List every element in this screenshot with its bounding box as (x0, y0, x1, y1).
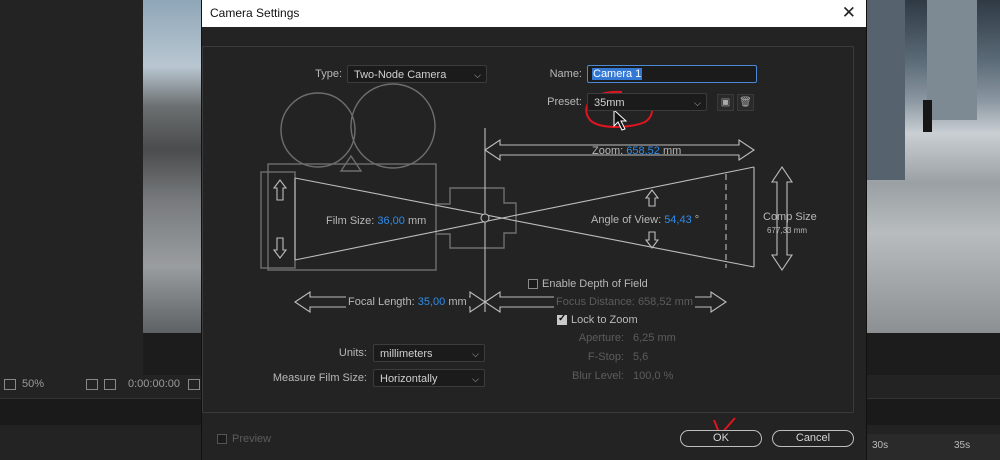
blur-level-value[interactable]: 100,0 (633, 370, 661, 382)
camera-icon[interactable] (188, 379, 200, 390)
camera-name-value: Camera 1 (592, 68, 643, 80)
trash-icon[interactable]: 🗑 (737, 94, 754, 111)
units-select[interactable]: millimeters ⌵ (373, 344, 485, 362)
viewer-options-icon[interactable] (4, 379, 16, 390)
focal-length-value[interactable]: 35,00 (418, 296, 446, 308)
lock-to-zoom-checkbox[interactable] (557, 313, 567, 325)
chevron-down-icon: ⌵ (472, 374, 479, 384)
preset-label: Preset: (547, 96, 582, 108)
ok-button[interactable]: OK (680, 430, 762, 447)
units-label: Units: (338, 347, 367, 359)
focal-length-unit: mm (448, 296, 467, 308)
enable-depth-of-field-checkbox[interactable] (528, 279, 538, 289)
preview-label: Preview (232, 433, 272, 445)
angle-of-view-field[interactable]: Angle of View: 54,43 ° (591, 214, 699, 226)
blur-level-label: Blur Level: (572, 370, 624, 382)
camera-name-input[interactable]: Camera 1 (587, 65, 757, 83)
type-select-value: Two-Node Camera (354, 69, 447, 81)
annotation-markup (585, 90, 736, 437)
focal-length-field[interactable]: Focal Length: 35,00 mm (346, 296, 469, 308)
aperture-unit: mm (657, 332, 676, 344)
ruler-mark-30s: 30s (872, 440, 889, 451)
zoom-unit: mm (662, 145, 682, 157)
cancel-button[interactable]: Cancel (772, 430, 854, 447)
film-size-field[interactable]: Film Size: 36,00 mm (326, 215, 426, 227)
film-size-unit: mm (407, 215, 427, 227)
zoom-value[interactable]: 658,52 (626, 145, 660, 157)
mask-icon[interactable] (104, 379, 116, 390)
film-size-label: Film Size: (326, 215, 375, 227)
measure-film-size-label: Measure Film Size: (272, 372, 367, 384)
ruler-mark-35s: 35s (954, 440, 971, 451)
focus-distance-value[interactable]: 658,52 (638, 296, 672, 308)
lock-to-zoom-label: Lock to Zoom (571, 314, 638, 326)
focus-distance-unit: mm (674, 296, 693, 308)
composition-preview-left (143, 0, 203, 333)
preset-select[interactable]: 35mm ⌵ (587, 93, 707, 111)
comp-size-label: Comp Size (763, 211, 817, 223)
aperture-field[interactable]: 6,25 mm (633, 332, 676, 344)
angle-of-view-value[interactable]: 54,43 (664, 214, 692, 226)
aperture-value[interactable]: 6,25 (633, 332, 654, 344)
zoom-level[interactable]: 50% (22, 378, 44, 390)
grid-icon[interactable] (86, 379, 98, 390)
zoom-label: Zoom: (592, 145, 624, 157)
chevron-down-icon: ⌵ (474, 70, 481, 80)
focus-distance-field[interactable]: Focus Distance: 658,52 mm (554, 296, 695, 308)
angle-of-view-label: Angle of View: (591, 214, 662, 226)
blur-level-field[interactable]: 100,0 % (633, 370, 673, 382)
blur-level-unit: % (663, 370, 674, 382)
measure-film-size-select[interactable]: Horizontally ⌵ (373, 369, 485, 387)
left-panel (0, 0, 143, 375)
enable-depth-of-field-label: Enable Depth of Field (542, 278, 648, 290)
type-select[interactable]: Two-Node Camera ⌵ (347, 65, 487, 83)
preview-checkbox[interactable] (217, 434, 227, 444)
fstop-label: F-Stop: (587, 351, 624, 363)
camera-body-icon (260, 83, 517, 271)
chevron-down-icon: ⌵ (472, 349, 479, 359)
film-size-value[interactable]: 36,00 (377, 215, 405, 227)
comp-size-value: 677,33 mm (767, 226, 808, 235)
fstop-value[interactable]: 5,6 (633, 351, 648, 363)
save-preset-icon[interactable]: ▣ (717, 94, 734, 111)
focus-distance-label: Focus Distance: (556, 296, 635, 308)
name-label: Name: (549, 68, 582, 80)
focal-length-label: Focal Length: (348, 296, 415, 308)
units-select-value: millimeters (380, 348, 433, 360)
aperture-label: Aperture: (578, 332, 624, 344)
chevron-down-icon: ⌵ (694, 98, 701, 108)
camera-settings-dialog: Camera Settings ✕ Type: Two-Node Camera … (201, 0, 867, 460)
angle-of-view-unit: ° (694, 214, 700, 226)
current-timecode[interactable]: 0:00:00:00 (128, 378, 180, 390)
zoom-field[interactable]: Zoom: 658,52 mm (592, 145, 681, 157)
measure-film-size-select-value: Horizontally (380, 373, 438, 385)
preset-select-value: 35mm (594, 97, 625, 109)
composition-preview-right (865, 0, 1000, 333)
type-label: Type: (315, 68, 342, 80)
